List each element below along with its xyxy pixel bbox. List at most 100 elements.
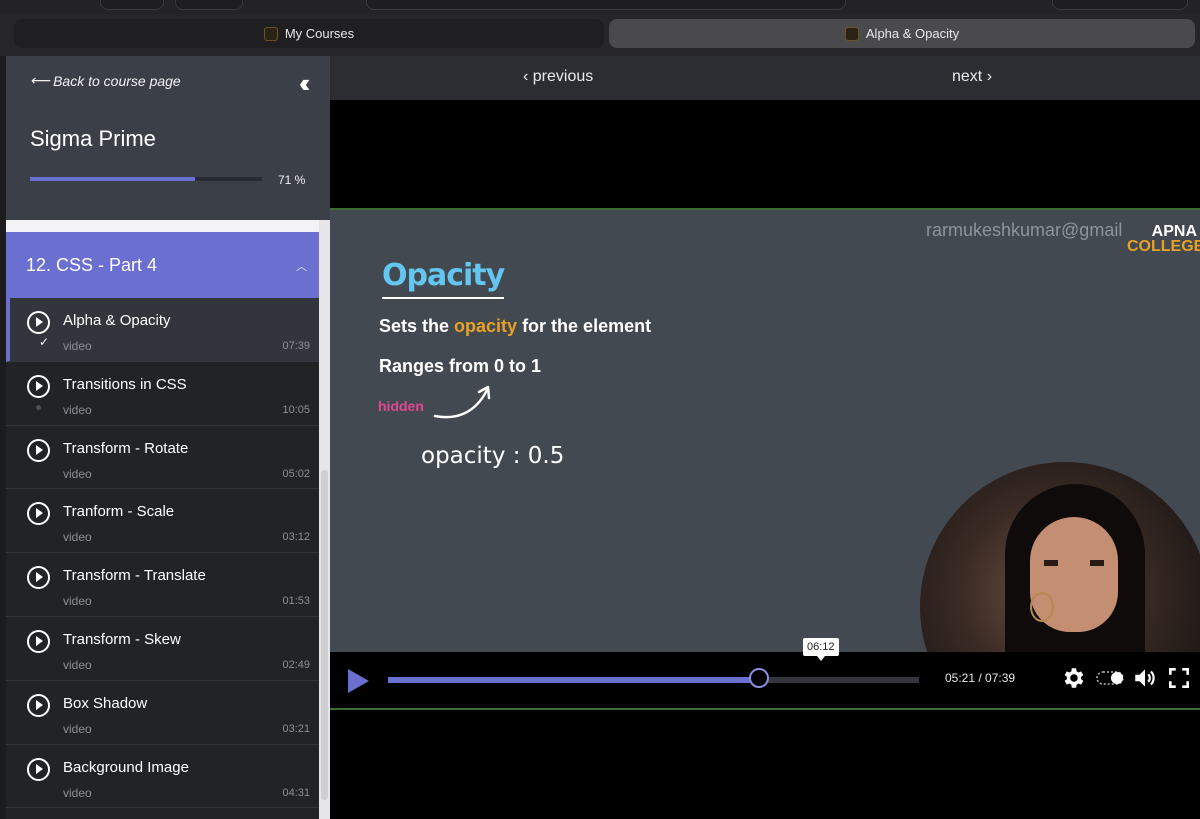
play-circle-icon (27, 438, 50, 462)
lesson-title: Transform - Skew (63, 630, 181, 648)
lesson-item[interactable]: Transform - Rotate video 05:02 (6, 425, 319, 490)
play-circle-icon (27, 311, 50, 334)
lesson-item[interactable]: Transform - Translate video 01:53 (6, 553, 319, 617)
section-title: 12. CSS - Part 4 (26, 254, 158, 275)
lesson-title: Transform - Rotate (63, 439, 189, 457)
seek-handle[interactable] (749, 668, 769, 688)
tab-alpha-opacity[interactable]: Alpha & Opacity (609, 19, 1195, 48)
in-progress-dot-icon (36, 404, 41, 410)
video-frame[interactable]: rarmukeshkumar@gmail APNA COLLEGE Opacit… (330, 208, 1200, 710)
play-circle-icon (27, 757, 50, 781)
lesson-type: video (63, 530, 92, 545)
play-circle-icon (27, 566, 50, 590)
back-to-course-link[interactable]: ⟵ Back to course page (30, 72, 181, 89)
tab-label: My Courses (284, 26, 355, 41)
browser-tab-bar: My Courses Alpha & Opacity (0, 14, 1200, 56)
slide-title: Opacity (382, 258, 505, 299)
course-progress-fill (30, 177, 195, 181)
slide-text-line: Ranges from 0 to 1 (379, 356, 542, 376)
lesson-item[interactable]: Box Shadow video 03:21 (6, 680, 319, 745)
lesson-type: video (63, 721, 92, 736)
lesson-type: video (63, 657, 92, 672)
lesson-duration: 07:39 (282, 340, 310, 352)
play-circle-icon (27, 502, 50, 526)
presenter-eyes (1044, 560, 1104, 566)
toolbar-button[interactable] (175, 0, 243, 10)
lesson-duration: 03:21 (282, 722, 310, 735)
toggle-icon[interactable] (1096, 665, 1126, 691)
sidebar-scrollbar[interactable] (319, 220, 330, 819)
course-progress-label: 71 % (278, 173, 306, 187)
course-title: Sigma Prime (30, 126, 156, 151)
code-example: opacity : 0.5 (421, 443, 565, 469)
lesson-duration: 01:53 (282, 595, 310, 608)
arrow-left-icon: ⟵ (30, 72, 51, 88)
lesson-item[interactable]: Transitions in CSS video 10:05 (6, 361, 319, 426)
text-segment: for the element (517, 316, 652, 336)
lesson-title: Transitions in CSS (63, 375, 187, 393)
lesson-title: Alpha & Opacity (63, 312, 171, 329)
text-segment: Sets the (379, 316, 455, 336)
logo-line: APNA (1151, 223, 1197, 240)
lesson-item[interactable]: Tranform - Scale video 03:12 (6, 489, 319, 554)
lesson-type: video (63, 466, 92, 481)
lesson-title: Transform - Translate (63, 567, 206, 585)
video-bottom-border (330, 708, 1200, 710)
lesson-item[interactable]: Background Image video 04:31 (6, 744, 319, 809)
favicon-icon (844, 26, 859, 41)
next-button[interactable]: next › (952, 68, 992, 86)
lesson-title: Tranform - Scale (63, 503, 175, 521)
play-circle-icon (27, 693, 50, 717)
lesson-duration: 02:49 (282, 658, 310, 671)
scrollbar-thumb[interactable] (321, 470, 328, 800)
lesson-duration: 04:31 (282, 786, 310, 799)
video-controls: 06:12 05:21 / 07:39 (330, 638, 1200, 708)
checkmark-icon: ✓ (39, 335, 50, 349)
lesson-title: Box Shadow (63, 694, 148, 712)
apna-college-logo: APNA COLLEGE (1127, 223, 1200, 256)
lesson-type: video (63, 339, 92, 353)
lesson-type: video (63, 785, 92, 800)
section-header[interactable]: 12. CSS - Part 4 ︿ (6, 232, 319, 298)
browser-top-strip (0, 0, 1200, 14)
lesson-item[interactable]: Transform - Skew video 02:49 (6, 616, 319, 681)
double-chevron-left-icon[interactable]: ‹‹ (299, 68, 311, 99)
tab-label: Alpha & Opacity (865, 26, 960, 41)
toolbar-actions[interactable] (1052, 0, 1188, 10)
tab-my-courses[interactable]: My Courses (14, 19, 604, 48)
fullscreen-icon[interactable] (1166, 665, 1192, 691)
course-sidebar: ⟵ Back to course page ‹‹ Sigma Prime 71 … (6, 56, 330, 819)
lesson-title: Background Image (63, 758, 189, 776)
slide-text-line: Sets the opacity for the element (379, 316, 651, 337)
lesson-item[interactable]: Alpha & Opacity ✓ video 07:39 (6, 298, 319, 362)
lesson-list: Alpha & Opacity ✓ video 07:39 Transition… (6, 298, 319, 809)
curved-arrow-icon (433, 385, 491, 419)
play-icon[interactable] (348, 669, 369, 693)
presenter-earring (1030, 592, 1054, 622)
sidebar-header: ⟵ Back to course page ‹‹ Sigma Prime 71 … (6, 56, 330, 220)
video-watermark: rarmukeshkumar@gmail (926, 220, 1123, 240)
hidden-label: hidden (378, 398, 424, 414)
toolbar-button[interactable] (100, 0, 164, 10)
seek-bar[interactable] (388, 677, 919, 683)
address-bar[interactable] (366, 0, 846, 10)
play-circle-icon (27, 629, 50, 653)
course-progress-bar (30, 177, 262, 181)
lesson-type: video (63, 594, 92, 609)
seek-bar-played (388, 677, 759, 683)
settings-gear-icon[interactable] (1060, 665, 1086, 691)
seek-hover-tooltip: 06:12 (803, 638, 839, 661)
sidebar-divider (6, 220, 330, 232)
chevron-up-icon: ︿ (296, 261, 307, 273)
main-content: ‹ previous next › rarmukeshkumar@gmail A… (330, 56, 1200, 819)
favicon-icon (263, 26, 278, 41)
lesson-duration: 03:12 (282, 531, 310, 544)
back-label: Back to course page (53, 72, 181, 89)
previous-button[interactable]: ‹ previous (523, 68, 593, 86)
highlighted-term: opacity (454, 316, 518, 336)
logo-line: COLLEGE (1127, 238, 1200, 256)
lesson-duration: 10:05 (282, 403, 310, 416)
lesson-navigation: ‹ previous next › (330, 56, 1200, 100)
play-circle-icon (27, 374, 50, 398)
volume-icon[interactable] (1132, 665, 1158, 691)
